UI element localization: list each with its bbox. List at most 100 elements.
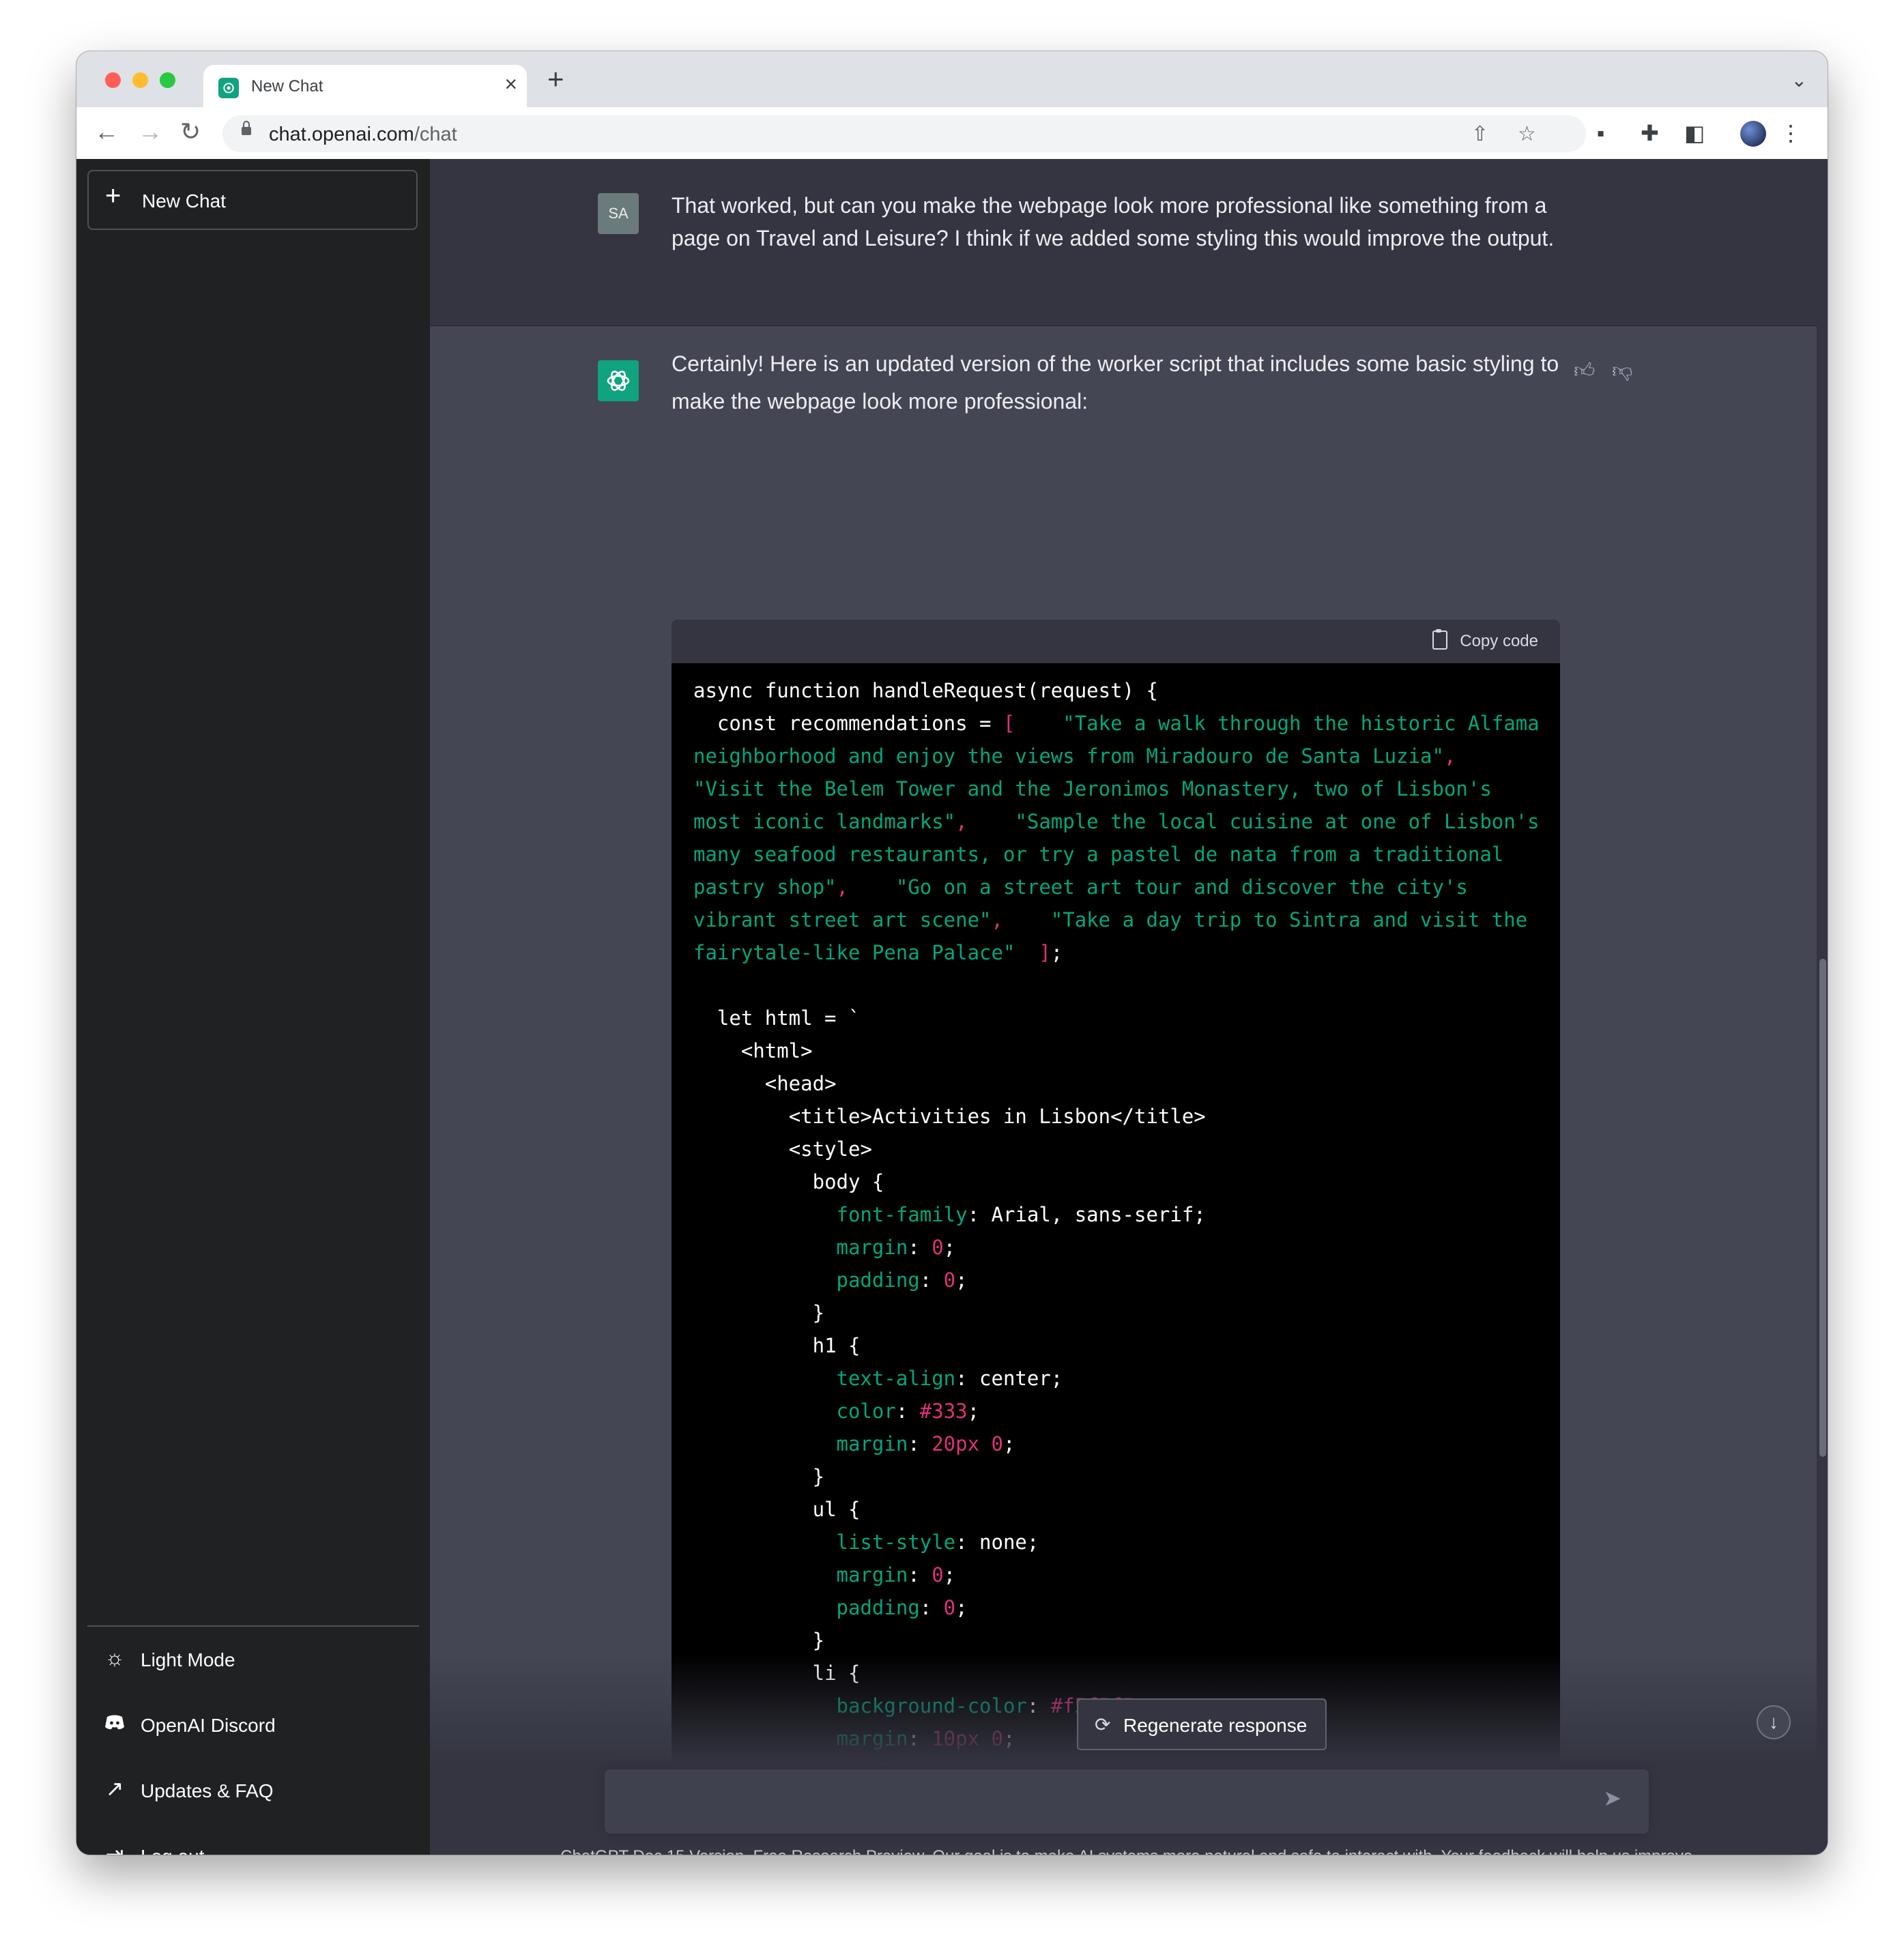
code-token: ,: [836, 875, 848, 899]
copy-code-button[interactable]: Copy code: [1432, 629, 1538, 651]
code-token: let html = `: [693, 1006, 861, 1030]
sidebar-item-log-out[interactable]: ⇥ Log out: [87, 1829, 419, 1855]
code-token: }: [693, 1465, 825, 1488]
sidebar: + New Chat ☼ Light Mode OpenAI Discord ↗…: [76, 159, 430, 1855]
thumbs-up-icon[interactable]: 👍︎: [1574, 359, 1595, 383]
address-bar[interactable]: chat.openai.com/chat ⇧ ☆: [222, 115, 1586, 152]
sidebar-item-label: OpenAI Discord: [141, 1715, 276, 1736]
send-icon[interactable]: ➤: [1603, 1787, 1621, 1809]
code-line: margin: 0;: [693, 1236, 956, 1259]
scroll-to-bottom-button[interactable]: ↓: [1757, 1705, 1791, 1739]
prompt-box: ➤: [605, 1769, 1649, 1833]
version-link[interactable]: ChatGPT Dec 15 Version: [560, 1847, 744, 1855]
code-line: ul {: [693, 1498, 861, 1521]
tab-list-chevron-icon[interactable]: ⌄: [1791, 69, 1807, 91]
new-chat-button[interactable]: + New Chat: [87, 170, 418, 230]
code-token: margin: [836, 1236, 908, 1259]
code-token: const recommendations =: [693, 712, 1003, 735]
code-block-header: Copy code: [672, 620, 1560, 663]
tab-title: New Chat: [251, 77, 323, 96]
regenerate-response-button[interactable]: ⟳ Regenerate response: [1077, 1698, 1327, 1750]
code-token: ,: [991, 908, 1003, 931]
code-line: body {: [693, 1170, 884, 1193]
bookmark-star-icon[interactable]: ☆: [1518, 122, 1536, 146]
sidebar-item-label: Light Mode: [141, 1649, 235, 1670]
tab-close-icon[interactable]: ×: [504, 73, 517, 95]
extensions-puzzle-icon[interactable]: ✚: [1641, 122, 1659, 144]
kebab-menu-icon[interactable]: ⋮: [1780, 122, 1802, 144]
thumbs-down-icon[interactable]: 👎︎: [1612, 359, 1632, 383]
chatgpt-logo-icon: [598, 360, 639, 401]
regenerate-label: Regenerate response: [1123, 1715, 1308, 1736]
code-token: :: [908, 1236, 932, 1259]
code-token: body {: [693, 1170, 884, 1193]
code-token: padding: [836, 1269, 920, 1292]
code-token: 0: [932, 1236, 944, 1259]
code-line: margin: 0;: [693, 1563, 956, 1586]
code-token: ]: [1015, 941, 1051, 964]
footer-text: . Free Research Preview. Our goal is to …: [744, 1847, 1697, 1855]
close-window-button[interactable]: [105, 72, 121, 88]
code-token: font-family: [836, 1203, 968, 1226]
code-token: 0: [943, 1269, 956, 1292]
code-token: :: [919, 1269, 944, 1292]
code-token: <html>: [693, 1039, 813, 1062]
extension-dots-icon[interactable]: ▪: [1597, 122, 1604, 144]
url-text: chat.openai.com/chat: [269, 124, 457, 145]
code-token: :: [895, 1400, 920, 1423]
code-line: async function handleRequest(request) {: [693, 679, 1158, 702]
code-token: ,: [955, 810, 968, 833]
new-chat-label: New Chat: [142, 190, 226, 212]
side-panel-icon[interactable]: ◧: [1684, 122, 1705, 144]
refresh-icon: ⟳: [1095, 1714, 1111, 1735]
code-token: ul {: [693, 1498, 861, 1521]
scrollbar-thumb[interactable]: [1819, 959, 1826, 1457]
code-token: ;: [955, 1596, 968, 1619]
code-line: <style>: [693, 1137, 872, 1161]
code-line: h1 {: [693, 1334, 861, 1357]
code-token: 20px: [932, 1432, 980, 1455]
minimize-window-button[interactable]: [132, 72, 148, 88]
copy-code-label: Copy code: [1460, 632, 1538, 650]
reload-icon[interactable]: ↻: [180, 119, 201, 144]
code-line: <head>: [693, 1072, 837, 1095]
assistant-message-row: Certainly! Here is an updated version of…: [430, 326, 1828, 1855]
browser-tab[interactable]: New Chat ×: [203, 65, 527, 107]
code-token: ;: [1050, 941, 1063, 964]
back-arrow-icon[interactable]: ←: [94, 119, 119, 144]
sidebar-item-updates-faq[interactable]: ↗ Updates & FAQ: [87, 1764, 419, 1818]
code-line: color: #333;: [693, 1400, 980, 1423]
arrow-down-icon: ↓: [1769, 1711, 1778, 1733]
sidebar-item-light-mode[interactable]: ☼ Light Mode: [87, 1633, 419, 1687]
code-line: let html = `: [693, 1006, 861, 1030]
code-line: }: [693, 1301, 824, 1324]
sidebar-divider: [87, 1625, 419, 1627]
profile-avatar[interactable]: [1740, 121, 1766, 147]
footer-note: ChatGPT Dec 15 Version. Free Research Pr…: [430, 1847, 1828, 1855]
code-token: :: [919, 1596, 944, 1619]
code-token: 0: [932, 1563, 944, 1586]
sidebar-item-discord[interactable]: OpenAI Discord: [87, 1698, 419, 1753]
sun-icon: ☼: [104, 1645, 125, 1670]
code-line: text-align: center;: [693, 1367, 1063, 1390]
code-line: const recommendations = [ "Take a walk t…: [693, 712, 1551, 964]
code-token: :: [908, 1432, 932, 1455]
code-token: padding: [836, 1596, 920, 1619]
prompt-input[interactable]: [618, 1782, 1590, 1821]
code-line: }: [693, 1629, 824, 1652]
browser-toolbar: ← → ↻ chat.openai.com/chat ⇧ ☆ ▪ ✚ ◧ ⋮: [76, 107, 1828, 160]
code-line: list-style: none;: [693, 1531, 1039, 1554]
share-icon[interactable]: ⇧: [1471, 122, 1488, 146]
code-token: margin: [836, 1432, 908, 1455]
logout-icon: ⇥: [105, 1842, 124, 1855]
code-line: font-family: Arial, sans-serif;: [693, 1203, 1206, 1226]
new-tab-button[interactable]: +: [547, 65, 564, 93]
forward-arrow-icon[interactable]: →: [138, 119, 162, 144]
zoom-window-button[interactable]: [160, 72, 175, 88]
code-token: 0: [991, 1432, 1003, 1455]
